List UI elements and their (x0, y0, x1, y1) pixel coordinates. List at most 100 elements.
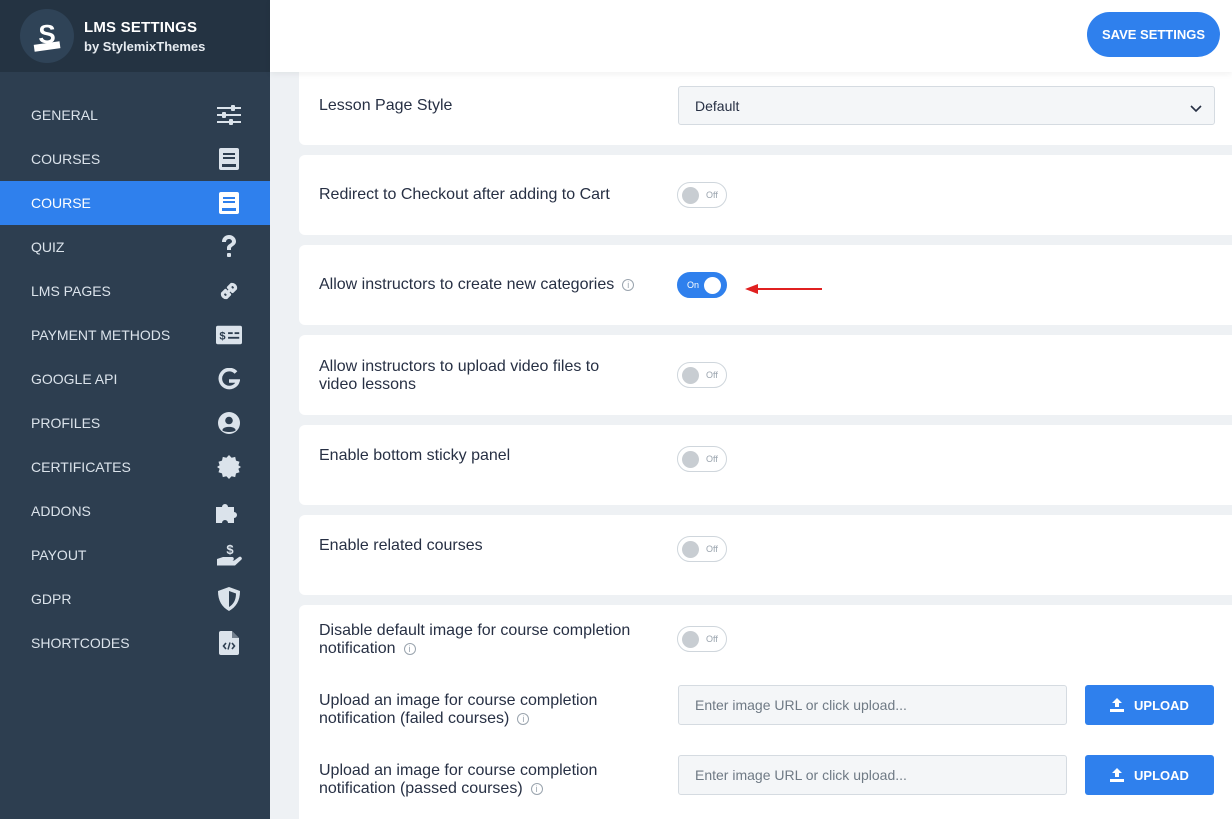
select-value: Default (695, 97, 740, 114)
setting-label: Upload an image for course completion no… (319, 762, 597, 798)
sidebar-item-label: PAYMENT METHODS (31, 327, 171, 343)
chevron-down-icon (1190, 100, 1202, 116)
sticky-panel-toggle[interactable]: Off (677, 446, 727, 472)
info-icon[interactable]: i (622, 279, 635, 291)
sidebar-item-courses[interactable]: COURSES (0, 137, 270, 181)
redirect-checkout-toggle[interactable]: Off (677, 182, 727, 208)
sidebar-item-certificates[interactable]: CERTIFICATES (0, 445, 270, 489)
setting-label-line2: video lessons (319, 376, 416, 393)
sliders-icon (216, 102, 242, 128)
file-code-icon (216, 630, 242, 656)
sidebar-item-label: PROFILES (31, 415, 101, 431)
toggle-knob (682, 541, 699, 558)
setting-label: Allow instructors to create new categori… (319, 276, 635, 294)
sidebar-item-label: GDPR (31, 591, 72, 607)
sidebar-item-label: ADDONS (31, 503, 91, 519)
setting-card-instructor-video: Allow instructors to upload video files … (299, 335, 1232, 415)
user-circle-icon (216, 410, 242, 436)
svg-text:$: $ (219, 331, 226, 343)
instructor-categories-toggle[interactable]: On (677, 272, 727, 298)
setting-label: Disable default image for course complet… (319, 622, 630, 658)
upload-failed-image-button[interactable]: UPLOAD (1085, 685, 1214, 725)
sidebar-nav: GENERAL COURSES COURSE QUIZ LMS PAGES PA… (0, 93, 270, 665)
toggle-knob (682, 631, 699, 648)
disable-default-image-toggle[interactable]: Off (677, 626, 727, 652)
setting-card-related-courses: Enable related courses Off (299, 515, 1232, 595)
sidebar-item-label: SHORTCODES (31, 635, 130, 651)
upload-icon (1110, 768, 1125, 782)
upload-passed-image-button[interactable]: UPLOAD (1085, 755, 1214, 795)
sidebar-item-course[interactable]: COURSE (0, 181, 270, 225)
sidebar-item-payment-methods[interactable]: PAYMENT METHODS $ (0, 313, 270, 357)
puzzle-icon (216, 498, 242, 524)
link-icon (216, 278, 242, 304)
brand-header: S LMS SETTINGS by StylemixThemes (0, 0, 270, 72)
sidebar-item-profiles[interactable]: PROFILES (0, 401, 270, 445)
failed-image-url-input[interactable] (678, 685, 1067, 725)
sidebar-item-label: COURSES (31, 151, 101, 167)
stylemix-logo: S (20, 9, 74, 63)
hand-dollar-icon: $ (216, 542, 242, 568)
upload-button-label: UPLOAD (1134, 697, 1189, 713)
setting-label: Upload an image for course completion no… (319, 692, 597, 728)
lesson-style-select[interactable]: Default (678, 86, 1215, 125)
setting-label-line2: notification (passed courses) (319, 780, 523, 797)
question-icon (216, 234, 242, 260)
red-arrow-annotation-icon (745, 284, 822, 294)
toggle-knob (682, 187, 699, 204)
sidebar-item-label: QUIZ (31, 239, 65, 255)
certificate-icon (216, 454, 242, 480)
sidebar-item-shortcodes[interactable]: SHORTCODES (0, 621, 270, 665)
sidebar-item-label: COURSE (31, 195, 91, 211)
setting-card-completion-images: Disable default image for course complet… (299, 605, 1232, 819)
toggle-state: On (687, 280, 700, 290)
sidebar-item-gdpr[interactable]: GDPR (0, 577, 270, 621)
setting-label: Enable bottom sticky panel (319, 447, 511, 464)
upload-button-label: UPLOAD (1134, 767, 1189, 783)
brand-title: LMS SETTINGS (84, 18, 198, 36)
setting-card-sticky-panel: Enable bottom sticky panel Off (299, 425, 1232, 505)
sidebar-item-label: GENERAL (31, 107, 98, 123)
google-icon (216, 366, 242, 392)
toggle-state: Off (706, 544, 718, 554)
setting-label: Lesson Page Style (319, 97, 453, 114)
shield-icon (216, 586, 242, 612)
instructor-video-toggle[interactable]: Off (677, 362, 727, 388)
setting-label-line1: Disable default image for course complet… (319, 622, 631, 639)
toggle-knob (682, 367, 699, 384)
setting-label-line2: notification (319, 640, 396, 657)
sidebar-item-label: CERTIFICATES (31, 459, 131, 475)
toggle-knob (704, 277, 721, 294)
brand-subtitle: by StylemixThemes (84, 38, 206, 54)
toggle-state: Off (706, 370, 718, 380)
toggle-state: Off (706, 190, 718, 200)
sidebar: S LMS SETTINGS by StylemixThemes GENERAL… (0, 0, 270, 819)
toggle-knob (682, 451, 699, 468)
info-icon[interactable]: i (403, 643, 416, 655)
setting-label-line1: Upload an image for course completion (319, 762, 598, 779)
setting-label-text: Allow instructors to create new categori… (319, 276, 615, 293)
book-open-icon (216, 190, 242, 216)
passed-image-url-input[interactable] (678, 755, 1067, 795)
related-courses-toggle[interactable]: Off (677, 536, 727, 562)
sidebar-item-payout[interactable]: PAYOUT $ (0, 533, 270, 577)
sidebar-item-quiz[interactable]: QUIZ (0, 225, 270, 269)
save-settings-button[interactable]: SAVE SETTINGS (1087, 12, 1220, 57)
info-icon[interactable]: i (530, 783, 543, 795)
sidebar-item-lms-pages[interactable]: LMS PAGES (0, 269, 270, 313)
sidebar-item-label: GOOGLE API (31, 371, 118, 387)
setting-card-redirect-checkout: Redirect to Checkout after adding to Car… (299, 155, 1232, 235)
book-icon (216, 146, 242, 172)
setting-card-lesson-style: Lesson Page Style Default (299, 60, 1232, 145)
setting-label: Allow instructors to upload video files … (319, 358, 599, 394)
info-icon[interactable]: i (517, 713, 530, 725)
sidebar-item-addons[interactable]: ADDONS (0, 489, 270, 533)
toggle-state: Off (706, 634, 718, 644)
setting-label: Enable related courses (319, 537, 483, 554)
sidebar-item-general[interactable]: GENERAL (0, 93, 270, 137)
sidebar-item-label: PAYOUT (31, 547, 87, 563)
setting-label-line2: notification (failed courses) (319, 710, 510, 727)
upload-icon (1110, 698, 1125, 712)
top-header: SAVE SETTINGS (270, 0, 1232, 72)
sidebar-item-google-api[interactable]: GOOGLE API (0, 357, 270, 401)
